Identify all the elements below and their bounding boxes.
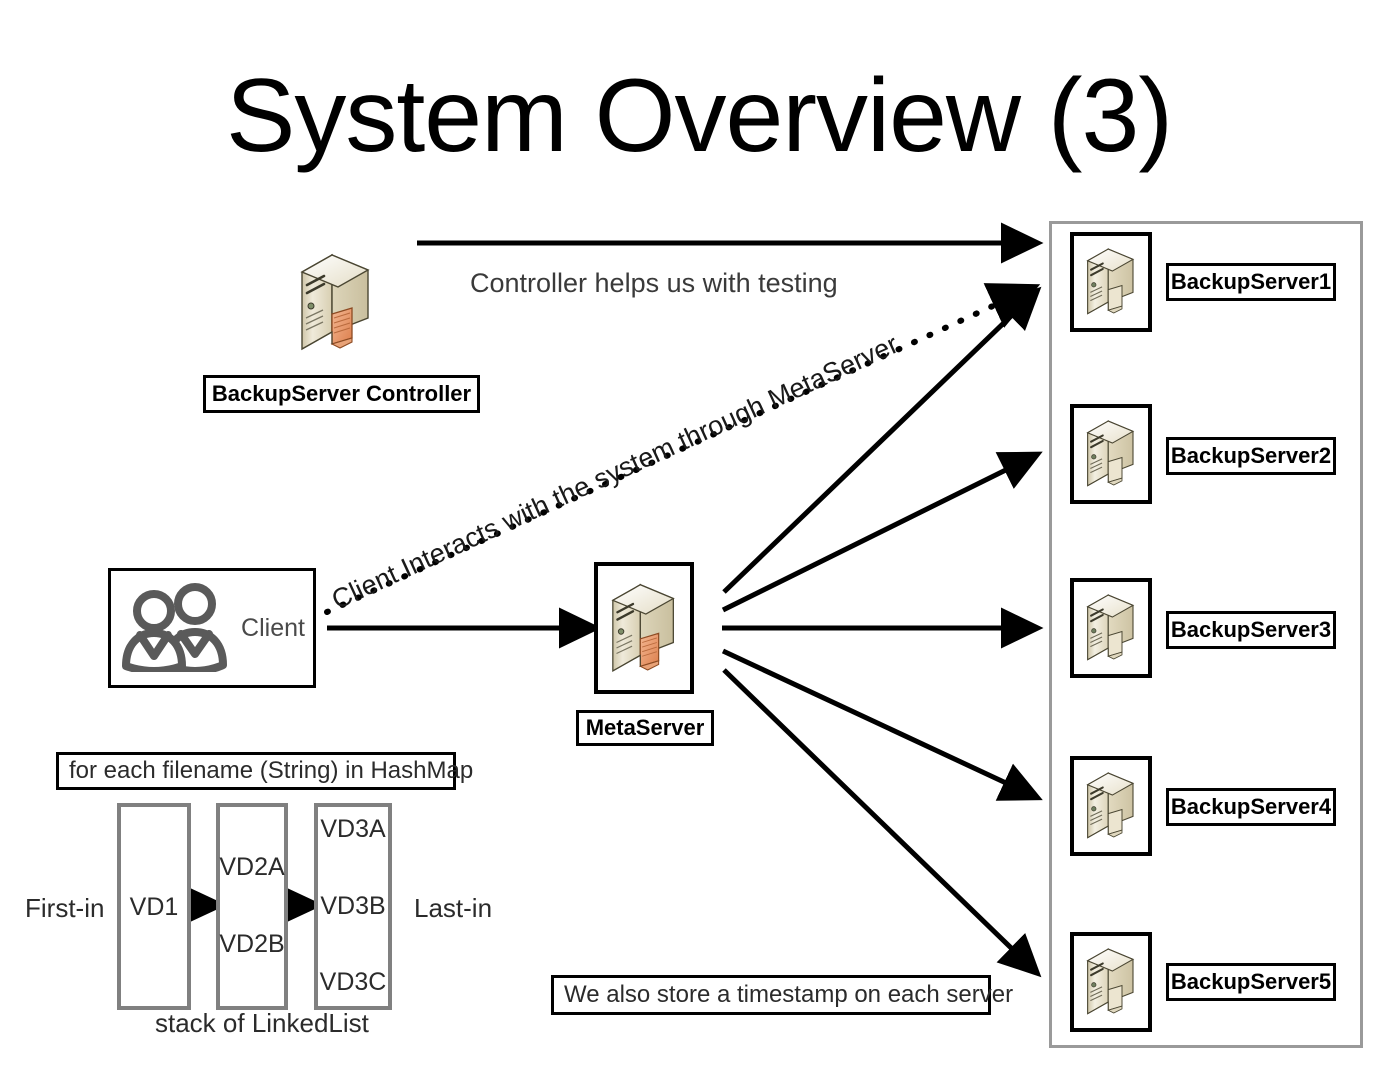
metaserver-server-icon [600,567,688,690]
users-icon [119,580,237,677]
backup1-label: BackupServer1 [1170,269,1332,294]
backup4-icon-frame [1070,756,1152,856]
controller-server-icon [288,240,384,360]
controller-label-box: BackupServer Controller [203,375,480,413]
backup4-label: BackupServer4 [1170,794,1332,819]
last-in-label: Last-in [414,893,493,923]
stack-item-vd3a: VD3A [320,815,386,843]
client-box: Client [108,568,316,688]
backup3-label-box: BackupServer3 [1166,611,1336,649]
backup3-server-icon [1078,583,1144,674]
stack-item-vd3b: VD3B [320,892,386,920]
backup2-label-box: BackupServer2 [1166,437,1336,475]
arrow-metaserver-to-backup4 [721,648,1043,801]
timestamp-note-box: We also store a timestamp on each server [551,975,1013,1015]
metaserver-icon-frame [594,562,694,694]
arrow-metaserver-to-backup5 [722,668,1042,978]
backup2-icon-frame [1070,404,1152,504]
hashmap-note-box: for each filename (String) in HashMap [56,752,473,790]
stack-item-vd3c: VD3C [319,968,387,996]
backup5-server-icon [1078,937,1144,1028]
slide-canvas: System Overview (3) BackupServer Control… [0,0,1398,1066]
backup1-server-icon [1078,237,1144,328]
metaserver-label: MetaServer [585,715,705,740]
client-label: Client [241,613,305,642]
backup2-server-icon [1078,409,1144,500]
stack-item-vd2a: VD2A [219,853,285,881]
arrow-metaserver-to-backup2 [721,451,1043,613]
page-title: System Overview (3) [225,58,1173,174]
stack-caption: stack of LinkedList [155,1008,369,1038]
controller-testing-note: Controller helps us with testing [470,268,838,298]
timestamp-note: We also store a timestamp on each server [564,981,1014,1008]
backup3-label: BackupServer3 [1170,617,1332,642]
backup4-server-icon [1078,761,1144,852]
backup2-label: BackupServer2 [1170,443,1332,468]
metaserver-label-box: MetaServer [576,710,714,746]
backup5-label-box: BackupServer5 [1166,963,1336,1001]
backup5-label: BackupServer5 [1170,969,1332,994]
controller-label: BackupServer Controller [211,381,472,406]
first-in-label: First-in [25,893,105,923]
backup4-label-box: BackupServer4 [1166,788,1336,826]
backup1-icon-frame [1070,232,1152,332]
backup1-label-box: BackupServer1 [1166,263,1336,301]
backup5-icon-frame [1070,932,1152,1032]
stack-column-2 [216,803,288,1010]
stack-item-vd1: VD1 [129,893,179,921]
hashmap-note: for each filename (String) in HashMap [69,757,474,784]
stack-item-vd2b: VD2B [219,930,285,958]
backup3-icon-frame [1070,578,1152,678]
